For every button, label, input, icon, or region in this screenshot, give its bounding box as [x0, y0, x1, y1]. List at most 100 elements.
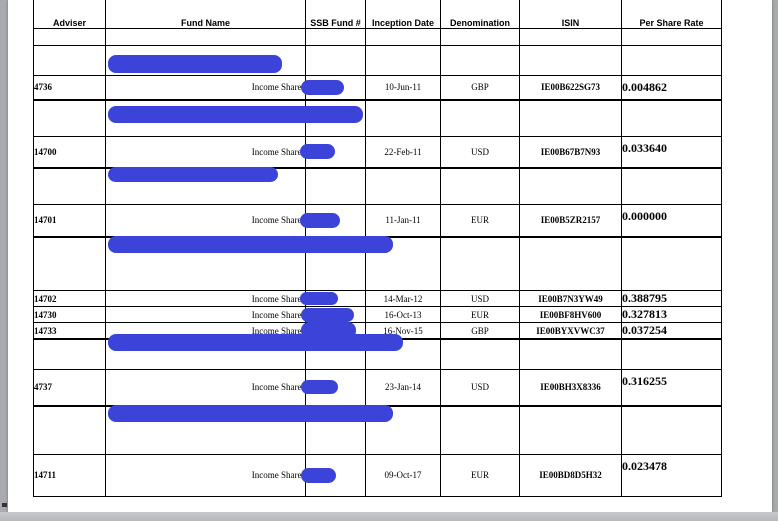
denomination-cell: EUR: [440, 306, 520, 323]
empty-cell: [33, 235, 106, 291]
redaction-bar: [108, 334, 403, 351]
page-corner-mark: [2, 503, 7, 507]
isin-cell: IE00BH3X8336: [519, 368, 622, 407]
empty-cell: [440, 166, 520, 205]
empty-cell: [33, 166, 106, 205]
fund-class-cell: Income Shares: [105, 136, 306, 168]
adviser-cell: 14730: [33, 306, 106, 323]
empty-cell: [519, 98, 622, 137]
redaction-bar: [108, 166, 278, 182]
empty-cell: [519, 235, 622, 291]
inception-date-cell: 16-Oct-13: [365, 306, 441, 323]
header-denomination: Denomination: [440, 0, 520, 29]
isin-cell: IE00BF8HV600: [519, 306, 622, 323]
empty-cell: [621, 45, 722, 76]
empty-cell: [365, 28, 441, 46]
table-row: 4737 Income Shares 23-Jan-14 USD IE00BH3X833…: [33, 368, 722, 407]
table-row: 14701 Income Shares 11-Jan-11 EUR IE00B5ZR21…: [33, 204, 722, 237]
ssb-fund-cell: [301, 368, 366, 407]
per-share-rate-cell: 0.037254: [621, 322, 722, 340]
per-share-rate-cell: 0.000000: [621, 204, 722, 237]
inception-date-cell: 23-Jan-14: [365, 368, 441, 407]
redaction-bar: [108, 235, 393, 253]
ssb-fund-cell: [301, 306, 366, 323]
denomination-cell: USD: [440, 368, 520, 407]
empty-cell: [365, 166, 441, 205]
viewer-bottom-strip: [0, 512, 778, 521]
redaction-bar: [301, 307, 354, 322]
fund-name-cell: [105, 405, 393, 455]
empty-cell: [440, 338, 520, 370]
table-row: 14711 Income Shares 09-Oct-17 EUR IE00BD8D5H…: [33, 453, 722, 497]
empty-cell: [305, 45, 366, 76]
empty-cell: [365, 45, 441, 76]
fund-class-cell: Income Shares: [105, 453, 306, 497]
denomination-cell: USD: [440, 290, 520, 307]
fund-name-cell: [105, 45, 306, 76]
isin-cell: IE00B7N3YW49: [519, 290, 622, 307]
ssb-fund-cell: [300, 136, 366, 168]
table-row: 14730 Income Shares 16-Oct-13 EUR IE00BF8HV6…: [33, 306, 722, 323]
header-isin: ISIN: [519, 0, 622, 29]
empty-cell: [33, 45, 106, 76]
fund-name-cell: [105, 166, 306, 205]
empty-cell: [305, 166, 366, 205]
redaction-bar: [108, 105, 363, 123]
ssb-fund-cell: [300, 204, 366, 237]
empty-cell: [105, 28, 306, 46]
redaction-bar: [301, 79, 344, 95]
fund-group-name-row: [33, 45, 722, 76]
empty-cell: [519, 166, 622, 205]
fund-group-name-row: [33, 334, 722, 370]
adviser-cell: 14700: [33, 136, 106, 168]
inception-date-cell: 09-Oct-17: [365, 453, 441, 497]
inception-date-cell: 11-Jan-11: [365, 204, 441, 237]
fund-group-name-row: [33, 405, 722, 455]
header-adviser: Adviser: [33, 0, 106, 29]
redaction-bar: [300, 292, 338, 305]
redaction-bar: [108, 55, 282, 73]
empty-cell: [440, 235, 520, 291]
empty-cell: [621, 166, 722, 205]
fund-name-cell: [105, 98, 363, 137]
denomination-cell: GBP: [440, 75, 520, 100]
table-row: 4736 Income Shares 10-Jun-11 GBP IE00B622SG7…: [33, 75, 722, 100]
per-share-rate-cell: 0.388795: [621, 290, 722, 307]
empty-cell: [365, 98, 441, 137]
distribution-rate-table: Adviser Fund Name SSB Fund # Inception D…: [33, 0, 722, 497]
redaction-bar: [108, 405, 393, 422]
empty-cell: [621, 98, 722, 137]
adviser-cell: 14711: [33, 453, 106, 497]
denomination-cell: USD: [440, 136, 520, 168]
table-row: 14700 Income Shares 22-Feb-11 USD IE00B67B7N…: [33, 136, 722, 168]
header-ssb-fund: SSB Fund #: [305, 0, 366, 29]
empty-cell: [440, 405, 520, 455]
denomination-cell: EUR: [440, 453, 520, 497]
empty-cell: [33, 405, 106, 455]
redaction-bar: [301, 380, 338, 395]
empty-cell: [33, 338, 106, 370]
fund-class-cell: Income Shares: [105, 204, 306, 237]
fund-class-cell: Income Shares: [105, 306, 306, 323]
isin-cell: IE00BYXVWC37: [519, 322, 622, 340]
empty-cell: [621, 28, 722, 46]
document-page: Adviser Fund Name SSB Fund # Inception D…: [8, 0, 772, 512]
empty-cell: [33, 98, 106, 137]
empty-cell: [519, 45, 622, 76]
per-share-rate-cell: 0.023478: [621, 453, 722, 497]
redaction-bar: [301, 467, 336, 483]
ssb-fund-cell: [300, 290, 366, 307]
per-share-rate-cell: 0.004862: [621, 75, 722, 100]
per-share-rate-cell: 0.033640: [621, 136, 722, 168]
fund-name-cell: [105, 235, 393, 291]
isin-cell: IE00B5ZR2157: [519, 204, 622, 237]
redaction-bar: [300, 144, 335, 160]
per-share-rate-cell: 0.327813: [621, 306, 722, 323]
fund-class-cell: Income Shares: [105, 368, 306, 407]
adviser-cell: 14733: [33, 322, 106, 340]
adviser-cell: 14701: [33, 204, 106, 237]
empty-cell: [621, 338, 722, 370]
isin-cell: IE00B67B7N93: [519, 136, 622, 168]
isin-cell: IE00B622SG73: [519, 75, 622, 100]
inception-date-cell: 22-Feb-11: [365, 136, 441, 168]
